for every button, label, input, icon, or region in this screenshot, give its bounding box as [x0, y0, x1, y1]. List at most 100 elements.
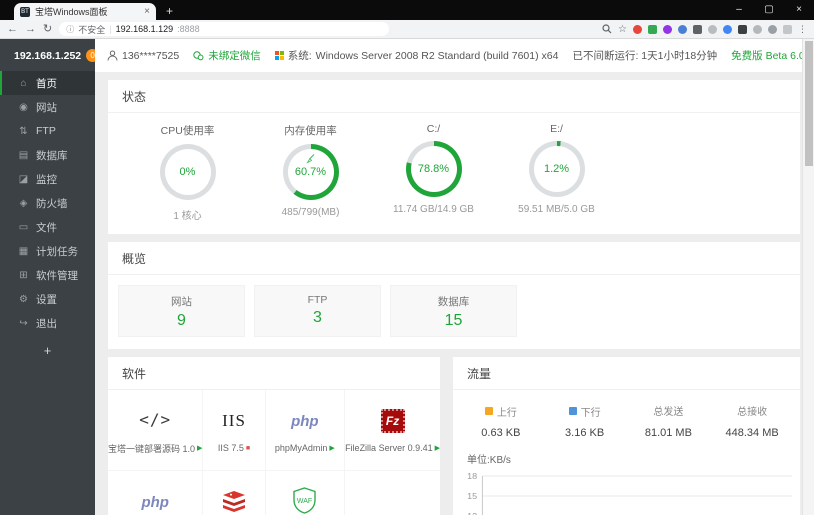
- sidebar-add-button[interactable]: +: [0, 335, 95, 358]
- overview-panel: 概览 网站 9 FTP 3 数据库 15: [108, 242, 800, 349]
- sidebar-item-home[interactable]: ⌂ 首页: [0, 71, 95, 95]
- sidebar-item-cron[interactable]: ▦ 计划任务: [0, 239, 95, 263]
- software-item-redis-5[interactable]: redis 1.0 ▶: [203, 471, 266, 515]
- wechat-bind-link[interactable]: 未绑定微信: [193, 48, 261, 63]
- windows-icon: [274, 51, 284, 60]
- maximize-button[interactable]: ▢: [754, 0, 784, 20]
- sidebar-item-website[interactable]: ◉ 网站: [0, 95, 95, 119]
- url-separator: |: [109, 24, 112, 34]
- gauge-disk-c: C:/ 78.8% 11.74 GB/14.9 GB: [372, 123, 495, 222]
- window-controls: – ▢ ×: [724, 0, 814, 20]
- software-item-php-2[interactable]: php phpMyAdmin ▶: [265, 390, 346, 471]
- gauge-detail: 11.74 GB/14.9 GB: [393, 204, 474, 215]
- gauge-percent: 1.2%: [543, 163, 570, 175]
- system-label: 系统:: [287, 50, 312, 62]
- extension-icon[interactable]: [693, 24, 702, 34]
- extension-icon[interactable]: [768, 24, 777, 34]
- sidebar-item-settings[interactable]: ⚙ 设置: [0, 287, 95, 311]
- gauge-percent: 78.8%: [417, 163, 450, 175]
- back-icon[interactable]: ←: [7, 23, 18, 35]
- bookmark-star-icon[interactable]: ☆: [618, 24, 627, 35]
- sidebar-item-label: 文件: [36, 221, 57, 234]
- extension-icon[interactable]: [633, 24, 642, 34]
- extension-icon[interactable]: [708, 24, 717, 34]
- sidebar-item-monitor[interactable]: ◪ 监控: [0, 167, 95, 191]
- sidebar-item-ftp[interactable]: ⇅ FTP: [0, 119, 95, 143]
- account-info[interactable]: 136****7525: [107, 50, 179, 62]
- status-panel-title: 状态: [108, 80, 800, 113]
- software-state-icon[interactable]: ▶: [329, 444, 334, 452]
- svg-text:WAF: WAF: [297, 498, 312, 505]
- software-item-php-4[interactable]: php PHP-5.2 ▶: [108, 471, 204, 515]
- overview-card-databases[interactable]: 数据库 15: [390, 285, 517, 337]
- wechat-bind-label: 未绑定微信: [208, 50, 261, 62]
- sidebar-item-label: 软件管理: [36, 269, 78, 282]
- system-info: 系统: Windows Server 2008 R2 Standard (bui…: [274, 48, 558, 63]
- extension-icon[interactable]: [648, 24, 657, 34]
- php-icon: php: [291, 412, 319, 430]
- extension-icon[interactable]: [723, 24, 732, 34]
- forward-icon[interactable]: →: [25, 23, 36, 35]
- software-item-waf-6[interactable]: WAF 宝塔IIS防火墙 1.0 ▶: [266, 471, 346, 515]
- search-icon[interactable]: [602, 24, 612, 34]
- server-ip-header[interactable]: 192.168.1.252 0: [0, 39, 100, 71]
- software-name: IIS 7.5: [217, 443, 244, 453]
- software-item-deploy-code-0[interactable]: </> 宝塔一键部署源码 1.0 ▶: [108, 390, 204, 471]
- traffic-stat-label: 上行: [496, 407, 517, 419]
- new-tab-button[interactable]: +: [166, 4, 173, 18]
- site-favicon-icon: BT: [20, 6, 30, 17]
- software-item-iis-1[interactable]: IIS IIS 7.5 ■: [203, 390, 266, 471]
- extension-icon[interactable]: [738, 24, 747, 34]
- gauge-cpu: CPU使用率 0% 1 核心: [126, 123, 249, 222]
- software-item-filezilla-3[interactable]: Fz FileZilla Server 0.9.41 ▶: [345, 390, 440, 471]
- traffic-stat-2: 总发送 81.01 MB: [627, 402, 711, 439]
- overview-card-ftp[interactable]: FTP 3: [254, 285, 381, 337]
- tab-close-icon[interactable]: ×: [144, 6, 150, 17]
- php-icon: php: [141, 493, 169, 511]
- sidebar-item-firewall[interactable]: ◈ 防火墙: [0, 191, 95, 215]
- software-state-icon[interactable]: ▶: [435, 444, 440, 452]
- chrome-menu-icon[interactable]: ⋮: [798, 24, 807, 35]
- close-button[interactable]: ×: [784, 0, 814, 20]
- svg-text:15: 15: [467, 491, 477, 501]
- traffic-panel: 流量 上行 0.63 KB 下行 3.16 KB 总发送 81.01 MB 总接收 4…: [453, 357, 800, 515]
- uptime-label: 已不间断运行: 1天1小时18分钟: [572, 50, 718, 62]
- scrollbar-thumb[interactable]: [805, 41, 813, 166]
- extension-icon[interactable]: [783, 24, 792, 34]
- tab-title: 宝塔Windows面板: [35, 7, 108, 17]
- sidebar-item-files[interactable]: ▭ 文件: [0, 215, 95, 239]
- address-bar[interactable]: ⓘ 不安全 | 192.168.1.129:8888: [59, 22, 390, 36]
- software-panel-title: 软件: [108, 357, 440, 390]
- bottom-row: 软件 </> 宝塔一键部署源码 1.0 ▶ IIS IIS 7.5 ■ php ph…: [108, 357, 800, 515]
- user-icon: [107, 50, 118, 61]
- browser-tab[interactable]: BT 宝塔Windows面板 ×: [14, 3, 156, 20]
- filezilla-icon: Fz: [380, 409, 405, 433]
- sidebar-item-label: 退出: [36, 317, 57, 330]
- gauge-percent: 0%: [179, 166, 196, 178]
- gauge-label: CPU使用率: [160, 125, 215, 137]
- settings-icon: ⚙: [19, 293, 28, 305]
- sidebar: 192.168.1.252 0 ⌂ 首页 ◉ 网站 ⇅ FTP ▤ 数据库 ◪ 监控 ◈ …: [0, 39, 100, 515]
- page-scrollbar[interactable]: [802, 39, 814, 515]
- sidebar-item-database[interactable]: ▤ 数据库: [0, 143, 95, 167]
- overview-card-label: FTP: [307, 294, 328, 306]
- sidebar-item-software[interactable]: ⊞ 软件管理: [0, 263, 95, 287]
- extension-icon[interactable]: [663, 24, 672, 34]
- firewall-icon: ◈: [19, 197, 28, 209]
- software-state-icon[interactable]: ■: [246, 445, 250, 452]
- software-state-icon[interactable]: ▶: [197, 444, 202, 452]
- gauge-ring: 78.8%: [405, 141, 462, 197]
- extension-icon[interactable]: [678, 24, 687, 34]
- extension-icon[interactable]: [753, 24, 762, 34]
- minimize-button[interactable]: –: [724, 0, 754, 20]
- free-memory-broom-icon[interactable]: [305, 153, 316, 164]
- overview-card-value: 9: [177, 312, 186, 329]
- info-icon: ⓘ: [66, 24, 75, 34]
- svg-text:12: 12: [467, 511, 477, 515]
- iis-icon: IIS: [222, 411, 246, 430]
- reload-icon[interactable]: ↻: [43, 23, 52, 35]
- sidebar-item-logout[interactable]: ↪ 退出: [0, 311, 95, 335]
- gauge-label: 内存使用率: [284, 125, 337, 137]
- overview-card-sites[interactable]: 网站 9: [118, 285, 245, 337]
- traffic-stat-label: 总接收: [737, 407, 768, 418]
